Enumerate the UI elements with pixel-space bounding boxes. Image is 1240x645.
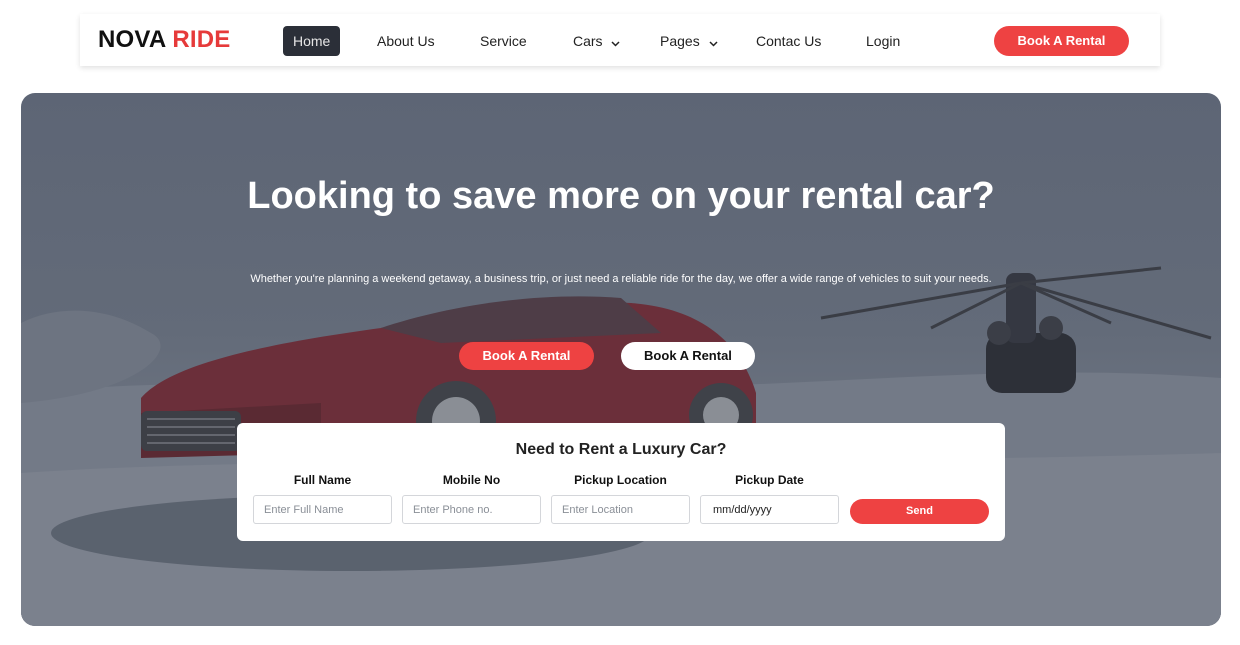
nav-item-pages[interactable]: Pages <box>660 26 718 56</box>
nav-item-contact-us[interactable]: Contac Us <box>756 26 821 56</box>
location-input[interactable] <box>551 495 690 524</box>
nav-item-label: Contac Us <box>756 33 822 49</box>
nav-item-service[interactable]: Service <box>480 26 527 56</box>
chevron-down-icon <box>611 27 620 57</box>
nav-item-label: Cars <box>573 33 603 49</box>
brand-logo[interactable]: NOVA RIDE <box>98 26 230 54</box>
nav-item-about-us[interactable]: About Us <box>377 26 435 56</box>
hero-section: Looking to save more on your rental car?… <box>21 93 1221 626</box>
pickup-date-input[interactable]: mm/dd/yyyy <box>700 495 839 524</box>
hero-heading: Looking to save more on your rental car? <box>247 175 995 217</box>
full-name-label: Full Name <box>293 473 352 487</box>
nav-item-label: Login <box>866 33 901 49</box>
nav-item-login[interactable]: Login <box>866 26 900 56</box>
rental-form-card: Need to Rent a Luxury Car? Full Name Mob… <box>237 423 1005 541</box>
top-navbar: NOVA RIDE Home About Us Service Cars Pag… <box>80 14 1160 66</box>
pickup-date-label: Pickup Date <box>735 473 804 487</box>
nav-item-label: Pages <box>660 33 700 49</box>
rental-form-title: Need to Rent a Luxury Car? <box>515 441 727 458</box>
nav-item-label: About Us <box>377 33 435 49</box>
brand-name-part1: NOVA <box>98 26 166 53</box>
mobile-no-label: Mobile No <box>442 473 501 487</box>
nav-item-cars[interactable]: Cars <box>573 26 620 56</box>
book-rental-nav-button[interactable]: Book A Rental <box>994 26 1129 56</box>
nav-item-home[interactable]: Home <box>283 26 341 56</box>
chevron-down-icon <box>709 27 718 57</box>
full-name-input[interactable] <box>253 495 392 524</box>
pickup-location-label: Pickup Location <box>574 473 667 487</box>
send-button[interactable]: Send <box>850 499 989 524</box>
nav-item-label: Home <box>293 33 331 49</box>
nav-item-label: Service <box>480 33 527 49</box>
brand-name-part2: RIDE <box>172 26 231 53</box>
phone-input[interactable] <box>402 495 541 524</box>
hero-subtitle: Whether you're planning a weekend getawa… <box>250 273 992 285</box>
book-rental-secondary-button[interactable]: Book A Rental <box>621 342 755 370</box>
book-rental-primary-button[interactable]: Book A Rental <box>459 342 594 370</box>
